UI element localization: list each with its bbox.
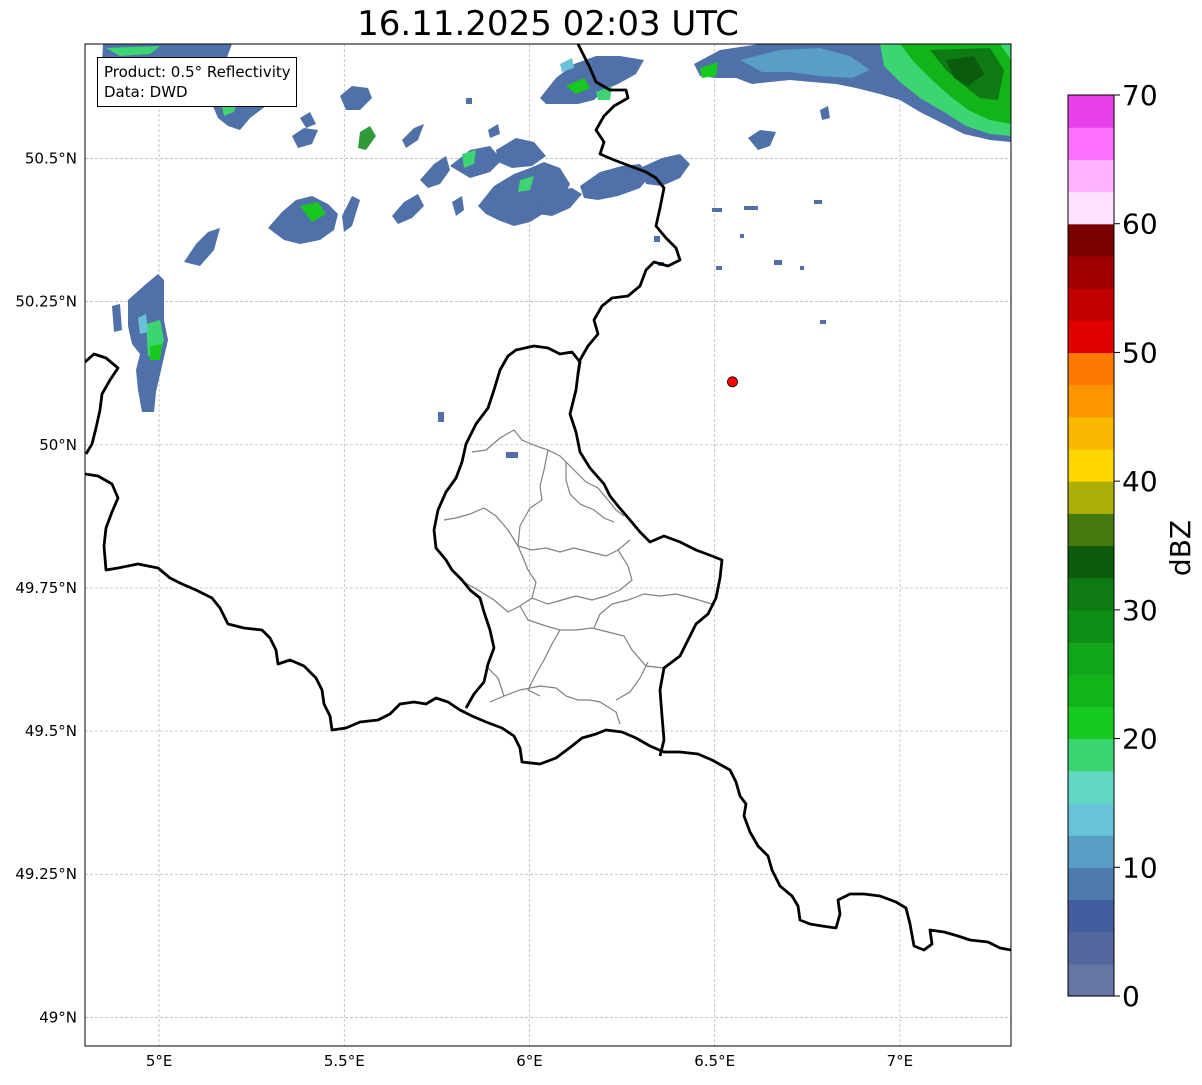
- colorbar-tick-label: 40: [1122, 465, 1158, 498]
- colorbar-swatch: [1068, 95, 1114, 128]
- lat-tick-label: 50.25°N: [15, 293, 77, 311]
- lon-tick-label: 5°E: [146, 1052, 173, 1070]
- colorbar: 0 10 20 30 40 50 60 70: [1067, 79, 1158, 1013]
- colorbar-swatch: [1068, 770, 1114, 804]
- radar-map-figure: 5°E 5.5°E 6°E 6.5°E 7°E 50.5°N 50.25°N 50°N 49.…: [0, 0, 1202, 1081]
- colorbar-label: dBZ: [1164, 520, 1197, 576]
- colorbar-tick-label: 0: [1122, 980, 1140, 1013]
- data-source-text: Data: DWD: [104, 83, 188, 101]
- colorbar-swatch: [1068, 738, 1114, 772]
- colorbar-swatch: [1068, 352, 1114, 386]
- colorbar-swatch: [1068, 448, 1114, 482]
- colorbar-swatch: [1068, 288, 1114, 321]
- colorbar-swatch: [1068, 642, 1114, 675]
- colorbar-swatch: [1068, 867, 1114, 901]
- colorbar-swatch: [1068, 577, 1114, 611]
- lat-tick-label: 50.5°N: [25, 150, 77, 168]
- colorbar-swatch: [1068, 127, 1114, 160]
- colorbar-swatch: [1068, 223, 1114, 257]
- colorbar-swatch: [1068, 481, 1114, 514]
- colorbar-swatch: [1068, 545, 1114, 579]
- colorbar-swatch: [1068, 802, 1114, 836]
- colorbar-tick-label: 50: [1122, 336, 1158, 369]
- colorbar-tick-label: 20: [1122, 723, 1158, 756]
- colorbar-tick-label: 30: [1122, 594, 1158, 627]
- lat-tick-label: 50°N: [39, 436, 77, 454]
- lon-tick-label: 6°E: [516, 1052, 543, 1070]
- lat-tick-label: 49.25°N: [15, 865, 77, 883]
- colorbar-swatch: [1068, 706, 1114, 740]
- colorbar-tick-label: 60: [1122, 208, 1158, 241]
- colorbar-swatch: [1068, 384, 1114, 418]
- lon-tick-label: 5.5°E: [324, 1052, 365, 1070]
- colorbar-tick-label: 70: [1122, 79, 1158, 112]
- colorbar-swatch: [1068, 416, 1114, 450]
- longitude-labels: 5°E 5.5°E 6°E 6.5°E 7°E: [146, 1052, 913, 1070]
- product-info-box: Product: 0.5° Reflectivity Data: DWD: [97, 57, 297, 107]
- lat-tick-label: 49.5°N: [25, 722, 77, 740]
- colorbar-swatch: [1068, 674, 1114, 707]
- latitude-labels: 50.5°N 50.25°N 50°N 49.75°N 49.5°N 49.25°N 49°…: [15, 150, 77, 1027]
- lon-tick-label: 6.5°E: [694, 1052, 735, 1070]
- colorbar-swatch: [1068, 899, 1114, 933]
- colorbar-swatch: [1068, 191, 1114, 225]
- colorbar-swatch: [1068, 513, 1114, 547]
- colorbar-tick-label: 10: [1122, 851, 1158, 884]
- lat-tick-label: 49°N: [39, 1008, 77, 1026]
- map-svg: 5°E 5.5°E 6°E 6.5°E 7°E 50.5°N 50.25°N 50°N 49.…: [15, 43, 1197, 1070]
- colorbar-swatch: [1068, 835, 1114, 868]
- colorbar-swatch: [1068, 320, 1114, 354]
- lon-tick-label: 7°E: [887, 1052, 914, 1070]
- colorbar-swatch: [1068, 963, 1114, 997]
- colorbar-swatch: [1068, 159, 1114, 193]
- colorbar-swatch: [1068, 931, 1114, 965]
- colorbar-swatch: [1068, 609, 1114, 643]
- product-text: Product: 0.5° Reflectivity: [104, 63, 291, 81]
- lat-tick-label: 49.75°N: [15, 579, 77, 597]
- radar-site-marker[interactable]: [727, 376, 738, 388]
- colorbar-swatch: [1068, 255, 1114, 289]
- map-title: 16.11.2025 02:03 UTC: [357, 4, 739, 44]
